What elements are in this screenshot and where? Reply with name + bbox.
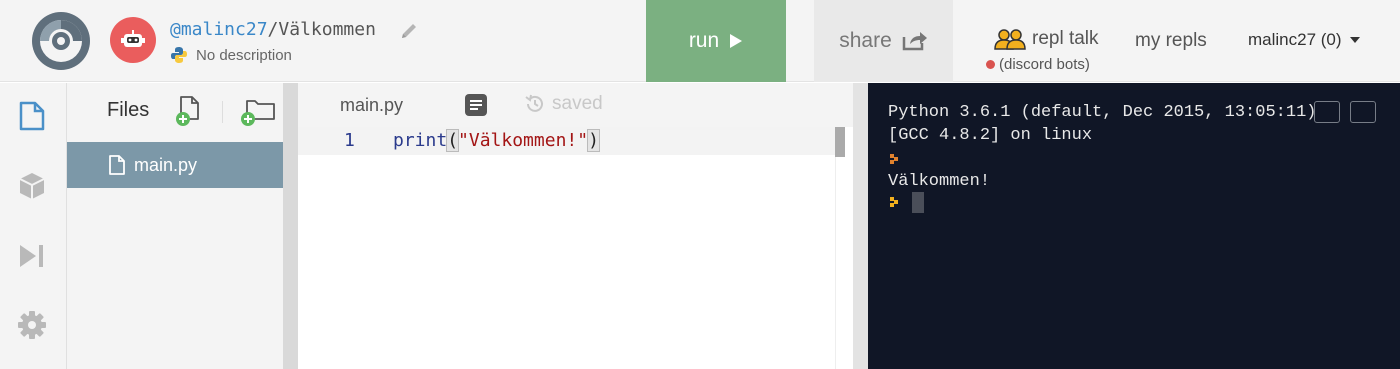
format-icon[interactable] bbox=[464, 93, 488, 117]
share-label: share bbox=[839, 29, 892, 52]
add-folder-icon[interactable] bbox=[239, 95, 277, 127]
prompt-icon bbox=[890, 197, 898, 207]
line-number: 1 bbox=[344, 130, 355, 151]
pencil-icon[interactable] bbox=[399, 21, 419, 41]
editor-scroll-thumb[interactable] bbox=[835, 127, 845, 157]
console-controls bbox=[1314, 101, 1376, 123]
user-label: malinc27 (0) bbox=[1248, 30, 1342, 49]
code-paren-open: ( bbox=[446, 129, 460, 152]
code-string: "Välkommen!" bbox=[458, 130, 589, 151]
share-button[interactable]: share bbox=[814, 0, 953, 82]
my-repls-link[interactable]: my repls bbox=[1135, 30, 1207, 52]
notification-dot bbox=[986, 60, 995, 69]
console-splitter[interactable] bbox=[853, 83, 868, 369]
code-line[interactable]: print("Välkommen!") bbox=[393, 129, 600, 152]
repl-description[interactable]: No description bbox=[170, 46, 292, 64]
history-icon bbox=[525, 94, 543, 112]
discord-link[interactable]: (discord bots) bbox=[986, 56, 1090, 73]
panel-splitter[interactable] bbox=[283, 83, 298, 369]
toolbar-divider bbox=[222, 101, 223, 123]
repl-title[interactable]: @malinc27/Välkommen bbox=[170, 19, 376, 40]
robot-icon bbox=[121, 30, 145, 47]
editor-scrollbar[interactable] bbox=[835, 127, 853, 369]
console-close-icon[interactable] bbox=[1350, 101, 1376, 123]
file-item-main-py[interactable]: main.py bbox=[67, 142, 283, 188]
console-cursor bbox=[912, 192, 924, 213]
avatar[interactable] bbox=[110, 17, 156, 63]
code-function: print bbox=[393, 130, 448, 151]
user-menu[interactable]: malinc27 (0) bbox=[1248, 30, 1360, 50]
file-name: main.py bbox=[134, 154, 198, 175]
run-button[interactable]: run bbox=[646, 0, 786, 82]
gear-icon[interactable] bbox=[17, 310, 47, 340]
play-icon bbox=[730, 34, 743, 48]
repl-separator: / bbox=[267, 19, 279, 40]
tab-main-py[interactable]: main.py bbox=[298, 83, 450, 127]
prompt-icon bbox=[890, 154, 898, 164]
code-paren-close: ) bbox=[587, 129, 600, 152]
add-file-icon[interactable] bbox=[175, 95, 203, 127]
share-icon bbox=[902, 32, 927, 51]
people-icon bbox=[994, 29, 1026, 50]
console-line: [GCC 4.8.2] on linux bbox=[888, 126, 1093, 145]
files-title: Files bbox=[107, 99, 150, 121]
discord-label: (discord bots) bbox=[999, 56, 1090, 73]
sidebar-rail bbox=[0, 83, 67, 369]
packages-icon[interactable] bbox=[17, 171, 47, 201]
repl-owner[interactable]: @malinc27 bbox=[170, 19, 268, 40]
editor-tabbar: main.py saved bbox=[298, 83, 853, 127]
description-text: No description bbox=[196, 46, 292, 64]
console-line: Välkommen! bbox=[888, 172, 991, 191]
files-icon[interactable] bbox=[17, 101, 47, 131]
chevron-down-icon bbox=[1349, 37, 1360, 43]
python-icon bbox=[171, 47, 187, 63]
console-clear-icon[interactable] bbox=[1314, 101, 1340, 123]
code-editor: main.py saved 1 print("Välkommen!") bbox=[298, 83, 853, 369]
files-panel: Files main.py bbox=[67, 83, 283, 369]
file-icon bbox=[109, 155, 125, 175]
repl-logo-icon[interactable] bbox=[31, 11, 91, 71]
console-line: Python 3.6.1 (default, Dec 2015, 13:05:1… bbox=[888, 103, 1317, 122]
saved-label: saved bbox=[552, 93, 603, 114]
debugger-icon[interactable] bbox=[17, 241, 47, 271]
top-header: @malinc27/Välkommen No description run s… bbox=[0, 0, 1400, 82]
saved-status: saved bbox=[524, 93, 603, 115]
repl-talk-label: repl talk bbox=[1032, 28, 1099, 49]
repl-name[interactable]: Välkommen bbox=[278, 19, 376, 40]
run-label: run bbox=[688, 29, 720, 52]
repl-talk-link[interactable]: repl talk bbox=[994, 28, 1099, 50]
console-panel[interactable]: Python 3.6.1 (default, Dec 2015, 13:05:1… bbox=[868, 83, 1400, 369]
